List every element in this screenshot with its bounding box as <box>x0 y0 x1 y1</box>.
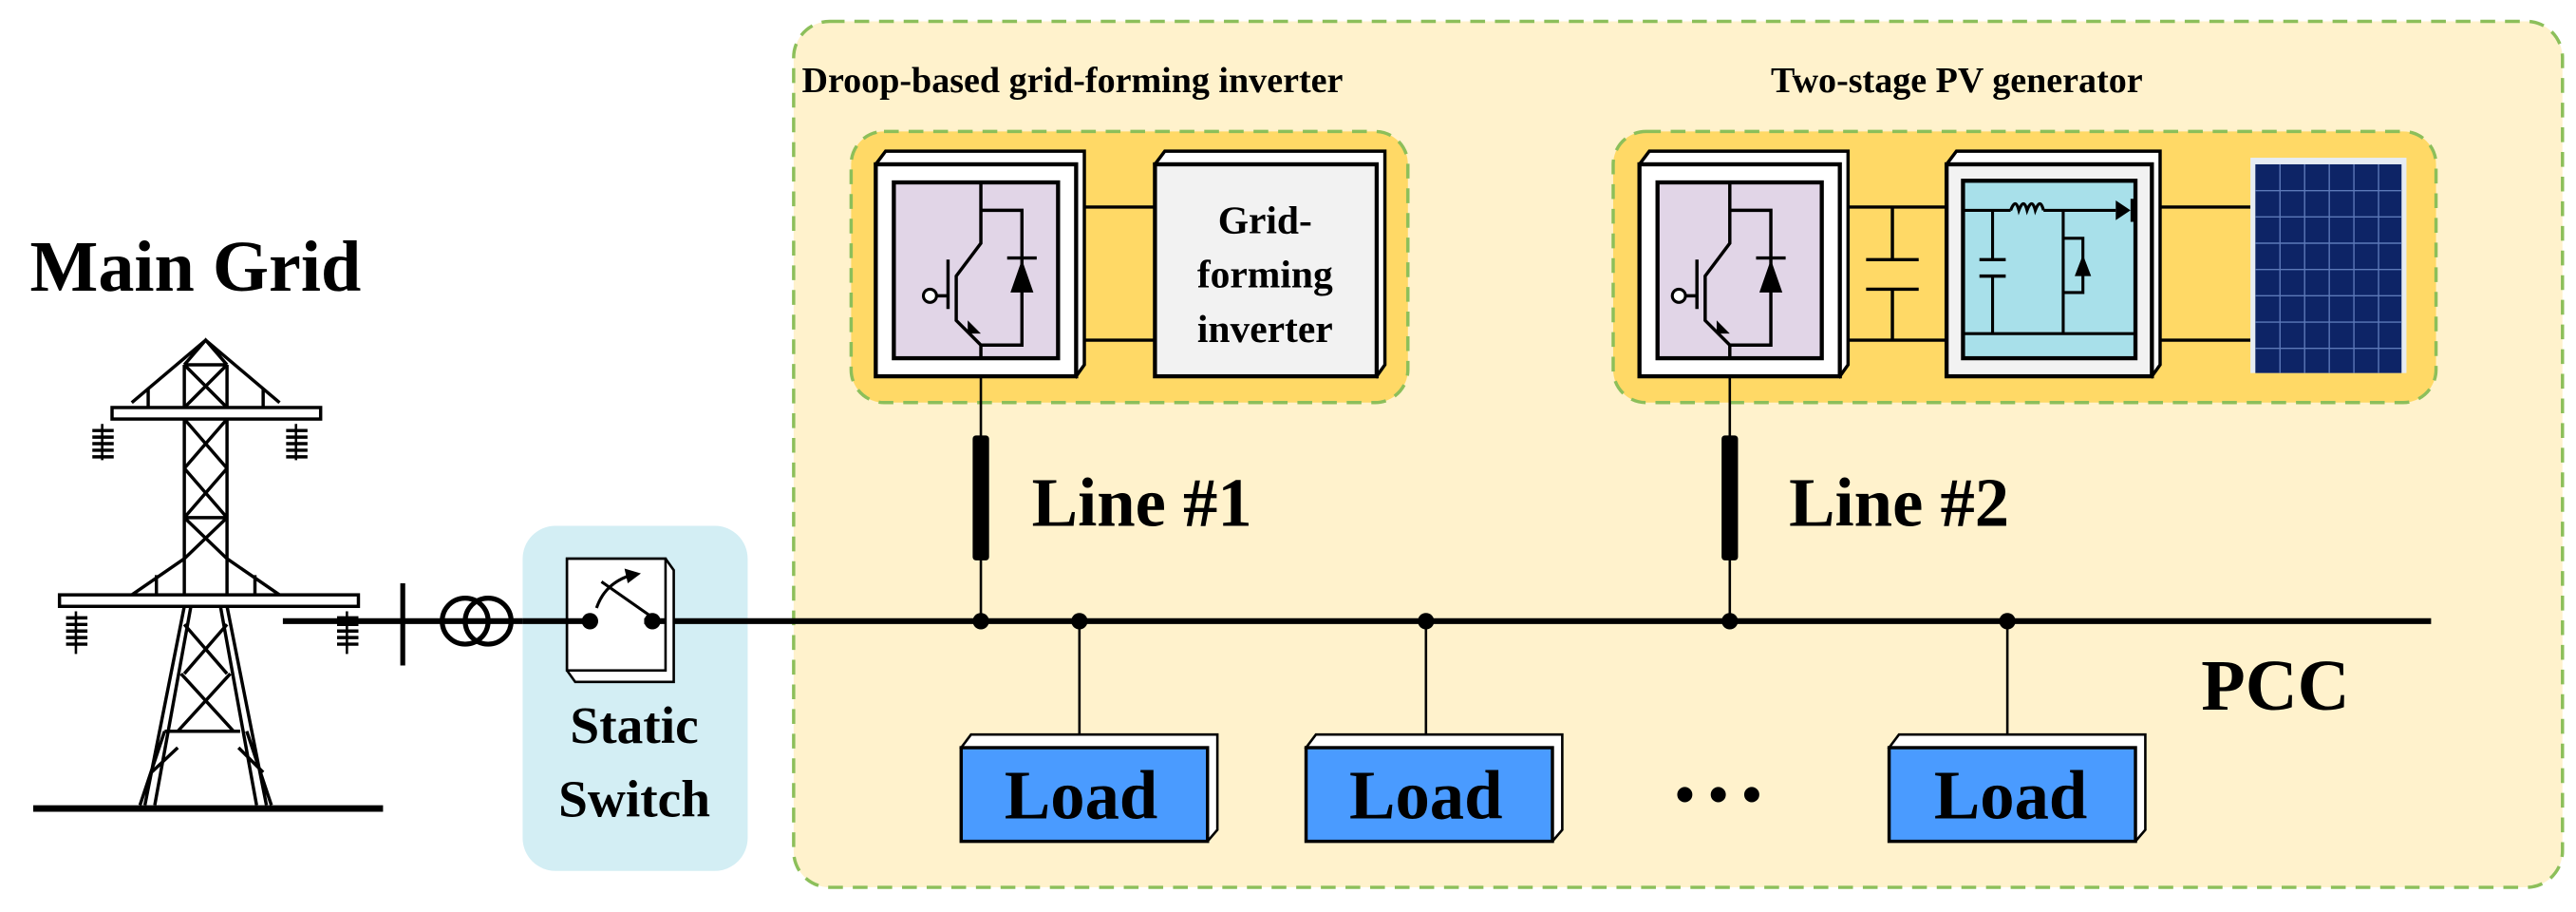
controller-label-3: inverter <box>1197 307 1333 351</box>
line-1-impedance <box>972 435 989 560</box>
controller-label-2: forming <box>1197 253 1333 296</box>
dc-dc-boost-converter-icon <box>1944 149 2162 379</box>
static-switch-icon[interactable] <box>565 557 675 684</box>
main-grid-label: Main Grid <box>30 227 362 307</box>
pv-inverter-igbt-icon <box>1637 149 1851 379</box>
line-2-impedance <box>1721 435 1739 560</box>
transmission-tower-icon <box>32 337 384 812</box>
load-2-label: Load <box>1349 756 1502 833</box>
static-switch-label-1: Static <box>570 696 698 754</box>
more-loads-ellipsis: • • • <box>1675 764 1761 826</box>
load-3-label: Load <box>1934 756 2087 833</box>
pv-group-title: Two-stage PV generator <box>1771 61 2143 101</box>
controller-label-1: Grid- <box>1218 199 1312 242</box>
static-switch-label-2: Switch <box>558 770 710 828</box>
igbt-inverter-icon <box>874 149 1086 379</box>
microgrid-diagram: Droop-based grid-forming inverter Two-st… <box>30 19 2565 889</box>
line-2-label: Line #2 <box>1789 465 2009 542</box>
load-1-label: Load <box>1005 756 1157 833</box>
line-1-label: Line #1 <box>1032 465 1252 542</box>
solar-panel-icon <box>2250 158 2407 373</box>
gfm-group-title: Droop-based grid-forming inverter <box>802 61 1344 101</box>
pcc-label: PCC <box>2201 646 2349 726</box>
grid-forming-controller-box: Grid- forming inverter <box>1153 149 1387 379</box>
